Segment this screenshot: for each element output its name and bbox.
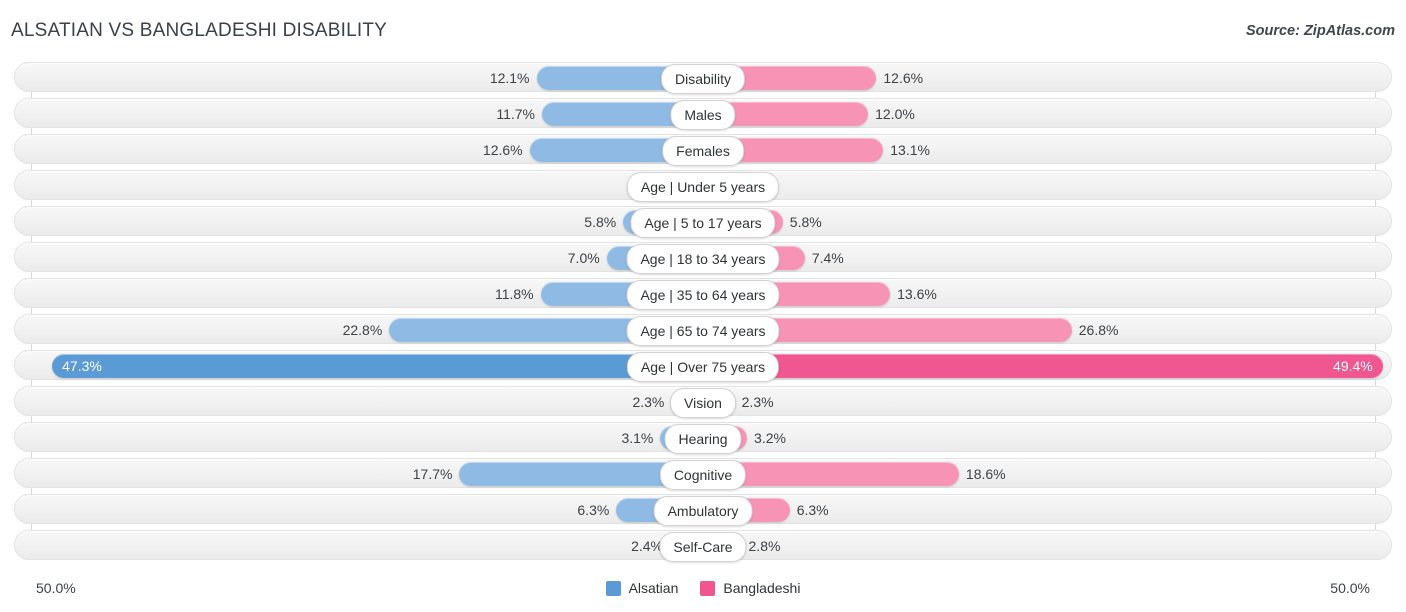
category-label-pill[interactable]: Males xyxy=(670,100,736,130)
category-label-pill[interactable]: Disability xyxy=(660,64,746,94)
category-label-pill[interactable]: Vision xyxy=(670,388,736,418)
legend-item[interactable]: Alsatian xyxy=(605,580,679,596)
value-label-bangladeshi: 26.8% xyxy=(1078,322,1119,338)
value-label-alsatian: 7.0% xyxy=(567,250,600,266)
category-label-pill[interactable]: Ambulatory xyxy=(653,496,753,526)
value-label-bangladeshi: 13.6% xyxy=(897,286,937,302)
table-row[interactable]: 17.7% 18.6% Cognitive xyxy=(14,458,1392,490)
value-label-alsatian: 3.1% xyxy=(621,430,654,446)
chart-plot-area: 12.1% 12.6% Disability 11.7% 12.0% Males 12.6%… xyxy=(0,62,1406,570)
table-row[interactable]: 47.3% 49.4% Age | Over 75 years xyxy=(14,350,1392,382)
table-row[interactable]: 12.6% 13.1% Females xyxy=(14,134,1392,166)
table-row[interactable]: 12.1% 12.6% Disability xyxy=(14,62,1392,94)
source-attribution: Source: ZipAtlas.com xyxy=(1245,23,1395,39)
table-row[interactable]: 11.7% 12.0% Males xyxy=(14,98,1392,130)
table-row[interactable]: 22.8% 26.8% Age | 65 to 74 years xyxy=(14,314,1392,346)
page-title: ALSATIAN VS BANGLADESHI DISABILITY xyxy=(11,20,388,41)
bar-rows-container: 12.1% 12.6% Disability 11.7% 12.0% Males 12.6%… xyxy=(0,62,1406,566)
value-label-alsatian: 12.6% xyxy=(482,142,523,158)
chart-header: ALSATIAN VS BANGLADESHI DISABILITY Sourc… xyxy=(0,0,1406,58)
category-label-pill[interactable]: Cognitive xyxy=(659,460,747,490)
bar-alsatian xyxy=(52,354,703,378)
table-row[interactable]: 2.4% 2.8% Self-Care xyxy=(14,530,1392,562)
value-label-alsatian: 6.3% xyxy=(577,502,610,518)
legend-item[interactable]: Bangladeshi xyxy=(700,580,800,596)
value-label-bangladeshi: 12.6% xyxy=(883,70,924,86)
category-label-pill[interactable]: Females xyxy=(662,136,744,166)
table-row[interactable]: 3.1% 3.2% Hearing xyxy=(14,422,1392,454)
value-label-alsatian: 22.8% xyxy=(342,322,383,338)
category-label-pill[interactable]: Hearing xyxy=(664,424,742,454)
category-label-pill[interactable]: Age | 5 to 17 years xyxy=(630,208,776,238)
table-row[interactable]: 6.3% 6.3% Ambulatory xyxy=(14,494,1392,526)
category-label-pill[interactable]: Age | 65 to 74 years xyxy=(626,316,780,346)
value-label-bangladeshi: 49.4% xyxy=(1333,358,1373,374)
table-row[interactable]: 7.0% 7.4% Age | 18 to 34 years xyxy=(14,242,1392,274)
value-label-bangladeshi: 2.3% xyxy=(741,394,774,410)
category-label-pill[interactable]: Age | 35 to 64 years xyxy=(626,280,780,310)
value-label-alsatian: 5.8% xyxy=(584,214,617,230)
value-label-bangladeshi: 3.2% xyxy=(754,430,786,446)
chart-legend: Alsatian Bangladeshi xyxy=(0,580,1406,596)
category-label-pill[interactable]: Age | 18 to 34 years xyxy=(626,244,780,274)
value-label-bangladeshi: 2.8% xyxy=(748,538,781,554)
legend-swatch-icon xyxy=(605,580,621,596)
value-label-bangladeshi: 7.4% xyxy=(811,250,844,266)
value-label-bangladeshi: 12.0% xyxy=(875,106,915,122)
category-label-pill[interactable]: Age | Over 75 years xyxy=(626,352,780,382)
value-label-alsatian: 11.7% xyxy=(496,106,536,122)
chart-footer: 50.0% 50.0% Alsatian Bangladeshi xyxy=(0,572,1406,612)
value-label-alsatian: 11.8% xyxy=(494,286,534,302)
table-row[interactable]: 1.2%1.3%Age | Under 5 years xyxy=(14,170,1392,202)
legend-label: Bangladeshi xyxy=(723,580,801,596)
table-row[interactable]: 5.8% 5.8% Age | 5 to 17 years xyxy=(14,206,1392,238)
value-label-bangladeshi: 18.6% xyxy=(965,466,1006,482)
value-label-bangladeshi: 5.8% xyxy=(789,214,822,230)
value-label-bangladeshi: 13.1% xyxy=(890,142,930,158)
value-label-bangladeshi: 6.3% xyxy=(796,502,829,518)
bar-bangladeshi xyxy=(703,354,1383,378)
legend-label: Alsatian xyxy=(628,580,679,596)
table-row[interactable]: 2.3% 2.3% Vision xyxy=(14,386,1392,418)
category-label-pill[interactable]: Self-Care xyxy=(659,532,747,562)
legend-swatch-icon xyxy=(700,580,716,596)
value-label-alsatian: 47.3% xyxy=(62,358,102,374)
value-label-alsatian: 17.7% xyxy=(412,466,453,482)
value-label-alsatian: 2.3% xyxy=(632,394,665,410)
value-label-alsatian: 12.1% xyxy=(489,70,530,86)
category-label-pill[interactable]: Age | Under 5 years xyxy=(626,172,780,202)
value-label-alsatian: 2.4% xyxy=(631,538,663,554)
table-row[interactable]: 11.8% 13.6% Age | 35 to 64 years xyxy=(14,278,1392,310)
